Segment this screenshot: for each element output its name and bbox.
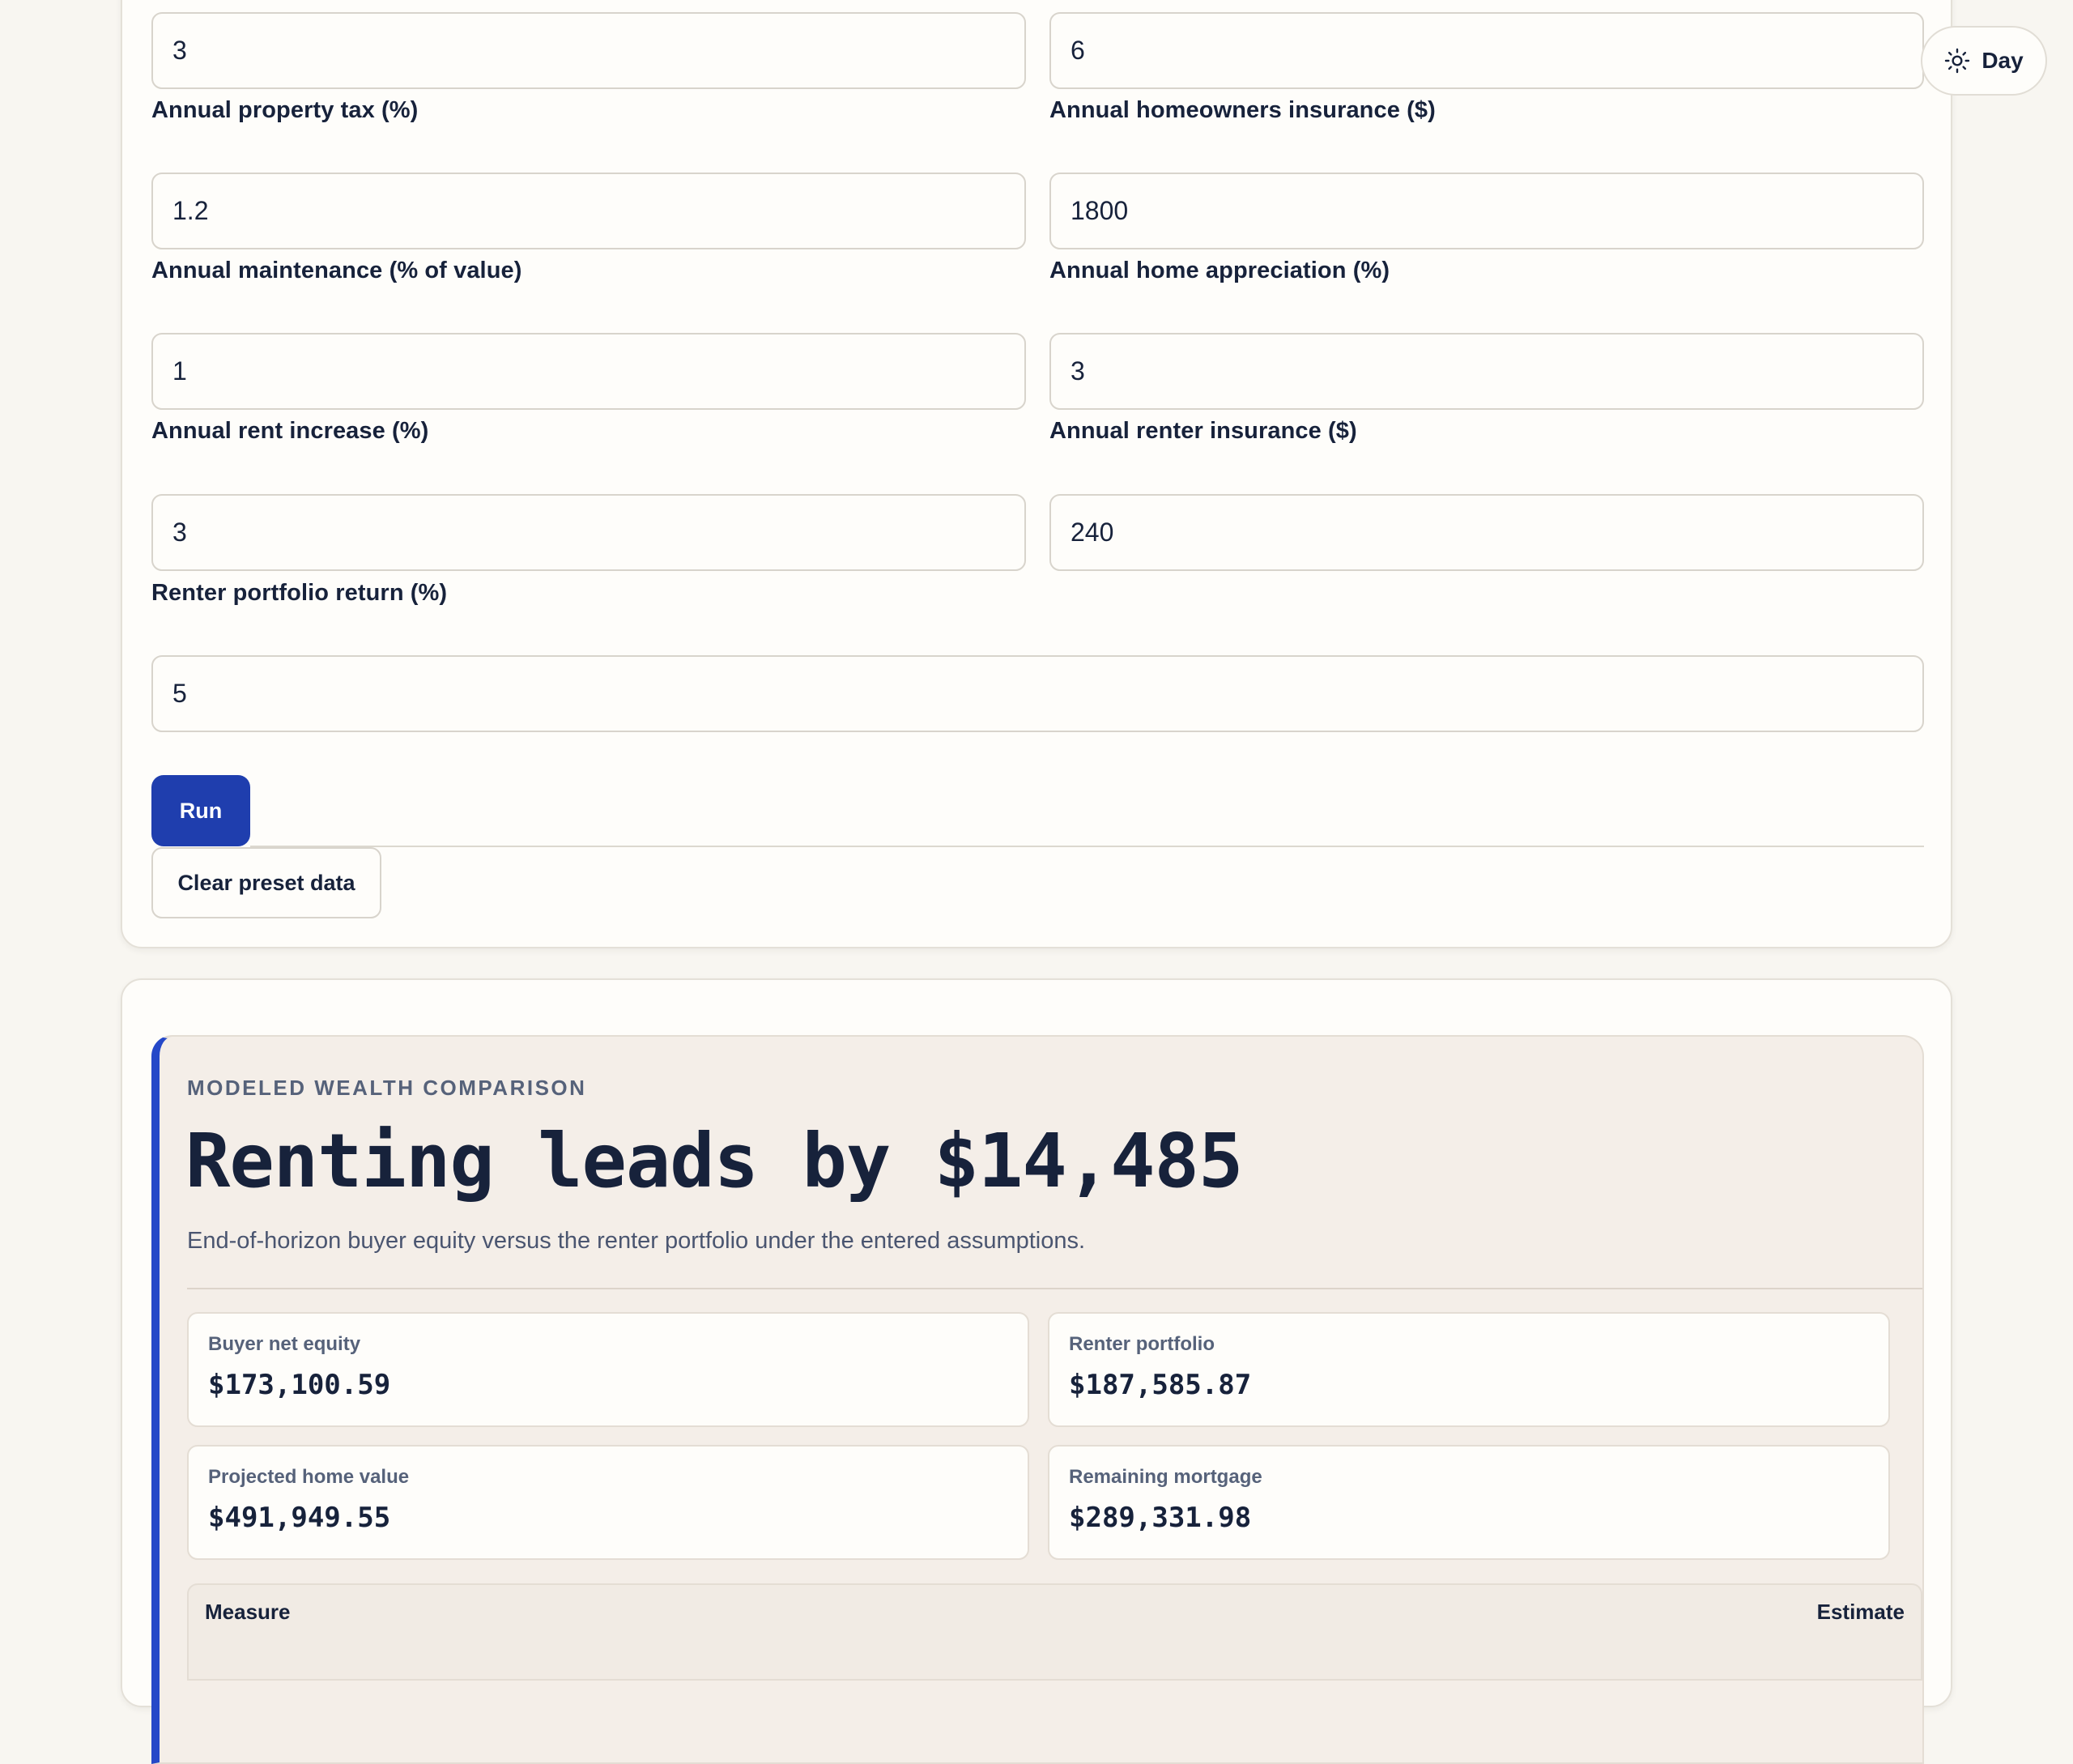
- table-header-measure: Measure: [205, 1600, 291, 1624]
- property-tax-input[interactable]: [151, 173, 1026, 249]
- metric-label: Projected home value: [208, 1466, 410, 1488]
- field-input-row0-left[interactable]: [151, 12, 1026, 89]
- results-table-header: Measure Estimate: [187, 1583, 1922, 1681]
- metric-value: $173,100.59: [208, 1369, 391, 1401]
- inputs-card: Annual property tax (%) Annual homeowner…: [121, 0, 1952, 948]
- summary-description: End-of-horizon buyer equity versus the r…: [187, 1228, 1086, 1254]
- results-card: MODELED WEALTH COMPARISON Renting leads …: [121, 978, 1952, 1764]
- table-header-estimate: Estimate: [1816, 1600, 1905, 1624]
- form-divider: [250, 846, 1924, 847]
- metric-home-value: Projected home value $491,949.55: [187, 1445, 1029, 1560]
- run-button[interactable]: Run: [151, 775, 250, 846]
- theme-toggle-button[interactable]: Day: [1921, 26, 2047, 96]
- property-tax-label: Annual property tax (%): [151, 97, 419, 123]
- summary-divider: [187, 1288, 1922, 1289]
- metric-label: Renter portfolio: [1069, 1333, 1215, 1355]
- summary-eyebrow: MODELED WEALTH COMPARISON: [187, 1076, 587, 1100]
- metric-remaining-mortgage: Remaining mortgage $289,331.98: [1048, 1445, 1890, 1560]
- summary-headline: Renting leads by $14,485: [185, 1118, 1243, 1204]
- maintenance-label: Annual maintenance (% of value): [151, 258, 522, 283]
- appreciation-label: Annual home appreciation (%): [1049, 258, 1390, 283]
- metric-buyer-equity: Buyer net equity $173,100.59: [187, 1312, 1029, 1427]
- rent-increase-input[interactable]: [151, 494, 1026, 571]
- rent-increase-label: Annual rent increase (%): [151, 418, 429, 444]
- portfolio-return-label: Renter portfolio return (%): [151, 580, 448, 606]
- metric-label: Remaining mortgage: [1069, 1466, 1262, 1488]
- metric-value: $491,949.55: [208, 1502, 391, 1534]
- summary-panel: MODELED WEALTH COMPARISON Renting leads …: [151, 1035, 1924, 1764]
- appreciation-input[interactable]: [1049, 333, 1924, 410]
- homeowners-insurance-input[interactable]: [1049, 173, 1924, 249]
- field-input-row0-right[interactable]: [1049, 12, 1924, 89]
- metric-value: $187,585.87: [1069, 1369, 1252, 1401]
- renter-insurance-label: Annual renter insurance ($): [1049, 418, 1357, 444]
- portfolio-return-input[interactable]: [151, 655, 1924, 732]
- metric-renter-portfolio: Renter portfolio $187,585.87: [1048, 1312, 1890, 1427]
- homeowners-insurance-label: Annual homeowners insurance ($): [1049, 97, 1436, 123]
- clear-preset-button[interactable]: Clear preset data: [151, 847, 381, 918]
- renter-insurance-input[interactable]: [1049, 494, 1924, 571]
- maintenance-input[interactable]: [151, 333, 1026, 410]
- metric-value: $289,331.98: [1069, 1502, 1252, 1534]
- theme-toggle-label: Day: [1981, 48, 2024, 73]
- sun-icon: [1944, 48, 1970, 74]
- metric-label: Buyer net equity: [208, 1333, 361, 1355]
